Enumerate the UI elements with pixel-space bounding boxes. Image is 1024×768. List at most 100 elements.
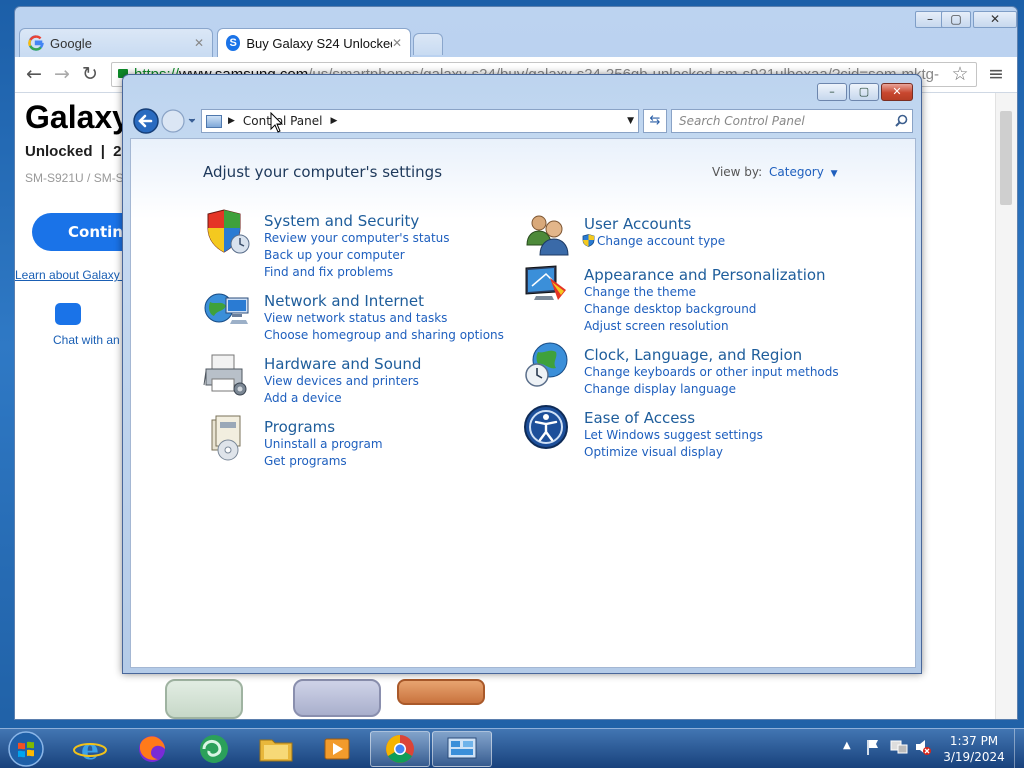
media-player-icon (324, 738, 350, 760)
link-uninstall[interactable]: Uninstall a program (264, 436, 383, 453)
category-title[interactable]: Programs (264, 418, 383, 436)
start-button-icon[interactable] (6, 730, 46, 768)
link-homegroup[interactable]: Choose homegroup and sharing options (264, 327, 504, 344)
view-by-label: View by: (712, 165, 763, 179)
category-clock-language-region: Clock, Language, and Region Change keybo… (525, 342, 839, 398)
reload-icon[interactable]: ↻ (79, 64, 101, 86)
control-panel-icon (447, 737, 477, 759)
category-title[interactable]: Hardware and Sound (264, 355, 421, 373)
samsung-favicon-icon: S (226, 35, 241, 51)
address-dropdown-icon[interactable]: ▼ (627, 116, 634, 126)
internet-explorer-icon: e (73, 733, 107, 766)
back-arrow-icon[interactable]: ← (23, 64, 45, 86)
tab-close-icon[interactable]: ✕ (392, 36, 402, 50)
category-system-and-security: System and Security Review your computer… (207, 209, 450, 281)
category-programs: Programs Uninstall a program Get program… (211, 415, 383, 470)
link-desktop-background[interactable]: Change desktop background (584, 301, 826, 318)
chat-link[interactable]: Chat with an (53, 333, 120, 347)
new-tab-button[interactable] (413, 33, 443, 55)
tab-close-icon[interactable]: ✕ (194, 36, 204, 50)
category-user-accounts: User Accounts Change account type (526, 215, 725, 256)
volume-muted-icon[interactable] (914, 738, 932, 756)
action-center-flag-icon[interactable] (866, 738, 880, 756)
category-title[interactable]: Appearance and Personalization (584, 266, 826, 284)
chat-bubble-icon[interactable] (55, 303, 81, 325)
tab-label: Buy Galaxy S24 Unlocked 1 (246, 35, 392, 51)
ease-of-access-icon (524, 405, 568, 449)
taskbar-chrome[interactable] (370, 731, 430, 767)
show-desktop-button[interactable] (1014, 729, 1024, 768)
bookmark-star-icon[interactable]: ☆ (949, 64, 971, 86)
search-icon[interactable] (895, 114, 908, 127)
chrome-maximize-button[interactable]: ▢ (941, 11, 971, 28)
breadcrumb-arrow-icon: ▶ (330, 116, 338, 126)
link-change-keyboards[interactable]: Change keyboards or other input methods (584, 364, 839, 381)
cp-close-button[interactable]: ✕ (881, 83, 913, 101)
programs-box-icon (211, 415, 241, 461)
subtitle-unlocked: Unlocked (25, 143, 93, 160)
search-control-panel-input[interactable]: Search Control Panel (671, 109, 913, 133)
chevron-down-icon: ▼ (830, 169, 838, 179)
taskbar-internet-explorer[interactable]: e (60, 731, 120, 767)
subtitle-separator: | (100, 143, 105, 160)
cp-address-bar[interactable]: ▶ Control Panel ▶ ▼ (201, 109, 639, 133)
svg-text:e: e (81, 733, 99, 766)
system-clock[interactable]: 1:37 PM 3/19/2024 (938, 733, 1010, 765)
clock-globe-icon (525, 342, 568, 387)
shield-icon (207, 209, 250, 254)
link-review-status[interactable]: Review your computer's status (264, 230, 450, 247)
clock-time: 1:37 PM (949, 734, 999, 748)
taskbar-control-panel[interactable] (432, 731, 492, 767)
cp-minimize-button[interactable]: – (817, 83, 847, 101)
link-network-status[interactable]: View network status and tasks (264, 310, 504, 327)
tab-label: Google (50, 35, 92, 51)
chrome-close-button[interactable]: ✕ (973, 11, 1017, 28)
control-panel-body: Adjust your computer's settings View by:… (130, 138, 916, 668)
link-get-programs[interactable]: Get programs (264, 453, 383, 470)
view-by-value: Category (769, 165, 824, 179)
link-label: Change account type (597, 234, 726, 248)
learn-about-link[interactable]: Learn about Galaxy S (15, 268, 131, 282)
taskbar-green-app[interactable] (184, 731, 244, 767)
refresh-icon[interactable]: ⇆ (643, 109, 667, 133)
link-add-device[interactable]: Add a device (264, 390, 421, 407)
link-back-up[interactable]: Back up your computer (264, 247, 450, 264)
control-panel-small-icon (206, 114, 222, 128)
link-screen-resolution[interactable]: Adjust screen resolution (584, 318, 826, 335)
category-network-and-internet: Network and Internet View network status… (204, 292, 504, 344)
taskbar-media-player[interactable] (308, 731, 368, 767)
link-display-language[interactable]: Change display language (584, 381, 839, 398)
breadcrumb-arrow-icon: ▶ (228, 116, 235, 126)
cp-maximize-button[interactable]: ▢ (849, 83, 879, 101)
chrome-menu-icon[interactable]: ≡ (985, 64, 1007, 86)
link-change-account-type[interactable]: Change account type (582, 233, 725, 250)
category-title[interactable]: Network and Internet (264, 292, 504, 310)
tab-google[interactable]: Google ✕ (19, 28, 213, 57)
phone-image-violet (293, 679, 381, 717)
forward-arrow-icon[interactable]: → (51, 64, 73, 86)
phone-image-amber (397, 679, 485, 705)
taskbar-firefox[interactable] (122, 731, 182, 767)
google-icon (28, 35, 44, 51)
category-title[interactable]: User Accounts (584, 215, 725, 233)
link-suggest-settings[interactable]: Let Windows suggest settings (584, 427, 763, 444)
link-devices-printers[interactable]: View devices and printers (264, 373, 421, 390)
category-title[interactable]: Clock, Language, and Region (584, 346, 839, 364)
tab-samsung[interactable]: S Buy Galaxy S24 Unlocked 1 ✕ (217, 28, 411, 57)
network-status-icon[interactable] (890, 738, 908, 756)
chrome-icon (386, 735, 414, 763)
link-optimize-visual[interactable]: Optimize visual display (584, 444, 763, 461)
page-scrollbar[interactable] (995, 93, 1017, 719)
category-title[interactable]: Ease of Access (584, 409, 763, 427)
mouse-cursor-icon (270, 112, 284, 133)
link-find-fix[interactable]: Find and fix problems (264, 264, 450, 281)
back-forward-buttons[interactable] (131, 106, 195, 136)
category-appearance-and-personalization: Appearance and Personalization Change th… (525, 265, 826, 335)
show-hidden-icons[interactable]: ▲ (843, 740, 851, 751)
product-title: Galaxy (25, 99, 130, 135)
link-change-theme[interactable]: Change the theme (584, 284, 826, 301)
scrollbar-thumb[interactable] (1000, 111, 1012, 205)
view-by-dropdown[interactable]: Category ▼ (769, 165, 838, 179)
category-title[interactable]: System and Security (264, 212, 450, 230)
taskbar-explorer[interactable] (246, 731, 306, 767)
